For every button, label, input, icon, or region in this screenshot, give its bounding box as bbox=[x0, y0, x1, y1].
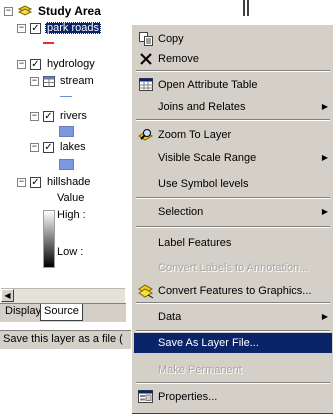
submenu-arrow-icon: ▶ bbox=[321, 312, 328, 321]
collapse-toggle[interactable]: − bbox=[30, 142, 39, 152]
menu-item-selection[interactable]: Selection ▶ bbox=[134, 202, 332, 221]
menu-item-data[interactable]: Data ▶ bbox=[134, 307, 332, 326]
layer-label-hillshade: hillshade bbox=[47, 176, 91, 188]
layer-visibility-checkbox[interactable]: ✓ bbox=[30, 58, 41, 70]
stream-symbol bbox=[60, 96, 72, 97]
collapse-toggle[interactable]: − bbox=[30, 111, 39, 121]
hillshade-ramp bbox=[43, 210, 55, 268]
submenu-arrow-icon: ▶ bbox=[321, 207, 328, 216]
horizontal-scrollbar[interactable]: ◀ bbox=[1, 288, 125, 303]
layer-label-park-roads[interactable]: park roads bbox=[45, 22, 101, 34]
menu-item-label: Convert Features to Graphics... bbox=[158, 284, 312, 297]
tab-display[interactable]: Display bbox=[2, 304, 44, 320]
menu-separator bbox=[136, 226, 330, 228]
menu-item-label: Zoom To Layer bbox=[158, 128, 232, 141]
panel-splitter[interactable] bbox=[243, 0, 249, 16]
menu-item-properties[interactable]: Properties... bbox=[134, 387, 332, 406]
layer-row-rivers[interactable]: − ✓ rivers bbox=[30, 108, 89, 124]
menu-separator bbox=[136, 382, 330, 384]
tab-source[interactable]: Source bbox=[40, 304, 83, 321]
layer-label-study-area: Study Area bbox=[38, 4, 101, 18]
layer-visibility-checkbox[interactable]: ✓ bbox=[30, 176, 41, 188]
menu-item-label: Open Attribute Table bbox=[158, 78, 258, 91]
menu-item-label: Convert Labels to Annotation... bbox=[158, 261, 309, 274]
layer-row-park-roads[interactable]: − ✓ park roads bbox=[17, 20, 101, 36]
legend-high-label: High : bbox=[57, 209, 86, 221]
menu-separator bbox=[136, 70, 330, 72]
menu-item-label: Save As Layer File... bbox=[158, 337, 259, 349]
menu-item-convert-features-to-graphics[interactable]: Convert Features to Graphics... bbox=[134, 281, 332, 300]
menu-item-copy[interactable]: Copy bbox=[134, 29, 332, 48]
menu-separator bbox=[136, 197, 330, 199]
rivers-symbol bbox=[59, 126, 74, 137]
layer-context-menu: Copy Remove Open Attribute Table Joins a… bbox=[131, 24, 333, 414]
menu-item-convert-labels-to-annotation: Convert Labels to Annotation... bbox=[134, 258, 332, 277]
menu-item-joins-and-relates[interactable]: Joins and Relates ▶ bbox=[134, 97, 332, 116]
layer-visibility-checkbox[interactable]: ✓ bbox=[30, 22, 41, 34]
table-of-contents: − Study Area − ✓ park roads − ✓ hydrolog… bbox=[0, 0, 126, 300]
menu-item-label: Selection bbox=[158, 205, 204, 218]
scroll-left-icon[interactable]: ◀ bbox=[1, 289, 14, 302]
copy-icon bbox=[136, 31, 156, 47]
menu-separator bbox=[136, 119, 330, 121]
table-icon bbox=[136, 77, 156, 93]
convert-graphics-icon bbox=[136, 283, 156, 299]
legend-value-label: Value bbox=[57, 192, 85, 204]
menu-item-save-as-layer-file[interactable]: Save As Layer File... bbox=[134, 333, 332, 353]
toc-tab-strip: Display Source bbox=[0, 303, 126, 322]
menu-item-label: Joins and Relates bbox=[158, 100, 246, 113]
layer-row-study-area[interactable]: − Study Area bbox=[4, 3, 103, 19]
menu-item-zoom-to-layer[interactable]: Zoom To Layer bbox=[134, 125, 332, 144]
layer-row-lakes[interactable]: − ✓ lakes bbox=[30, 139, 88, 155]
zoom-layer-icon bbox=[136, 127, 156, 143]
lakes-symbol bbox=[59, 159, 74, 170]
layer-row-hillshade[interactable]: − ✓ hillshade bbox=[17, 174, 92, 190]
park-roads-symbol bbox=[43, 42, 54, 44]
menu-item-label: Remove bbox=[158, 52, 199, 65]
menu-item-label: Data bbox=[158, 310, 182, 323]
layer-row-hydrology[interactable]: − ✓ hydrology bbox=[17, 56, 97, 72]
layer-label-rivers: rivers bbox=[60, 110, 87, 122]
menu-item-label: Make Permanent bbox=[158, 363, 242, 376]
legend-low-label: Low : bbox=[57, 246, 84, 258]
menu-item-use-symbol-levels[interactable]: Use Symbol levels bbox=[134, 174, 332, 193]
menu-item-make-permanent: Make Permanent bbox=[134, 360, 332, 379]
menu-item-remove[interactable]: Remove bbox=[134, 49, 332, 68]
layer-label-hydrology: hydrology bbox=[47, 58, 95, 70]
collapse-toggle[interactable]: − bbox=[17, 23, 26, 33]
layer-row-streams[interactable]: − stream bbox=[30, 73, 96, 89]
menu-separator bbox=[136, 302, 330, 304]
collapse-toggle[interactable]: − bbox=[17, 177, 26, 187]
layer-label-streams: stream bbox=[60, 75, 94, 87]
collapse-toggle[interactable]: − bbox=[4, 6, 13, 16]
layer-visibility-checkbox[interactable]: ✓ bbox=[43, 141, 54, 153]
menu-item-open-attribute-table[interactable]: Open Attribute Table bbox=[134, 75, 332, 94]
menu-item-visible-scale-range[interactable]: Visible Scale Range ▶ bbox=[134, 148, 332, 167]
remove-icon bbox=[136, 51, 156, 67]
menu-item-label: Visible Scale Range bbox=[158, 151, 257, 164]
menu-item-label: Label Features bbox=[158, 236, 232, 249]
menu-item-label: Properties... bbox=[158, 390, 218, 403]
collapse-toggle[interactable]: − bbox=[30, 76, 39, 86]
properties-icon bbox=[136, 389, 156, 405]
menu-item-label: Use Symbol levels bbox=[158, 177, 249, 190]
status-bar: Save this layer as a file ( bbox=[0, 330, 133, 349]
collapse-toggle[interactable]: − bbox=[17, 59, 26, 69]
menu-item-label: Copy bbox=[158, 32, 184, 45]
submenu-arrow-icon: ▶ bbox=[321, 153, 328, 162]
layer-visibility-checkbox[interactable]: ✓ bbox=[43, 110, 54, 122]
layer-label-lakes: lakes bbox=[60, 141, 86, 153]
submenu-arrow-icon: ▶ bbox=[321, 102, 328, 111]
menu-item-label-features[interactable]: Label Features bbox=[134, 233, 332, 252]
layer-group-icon bbox=[17, 5, 33, 17]
table-icon bbox=[43, 75, 55, 87]
menu-separator bbox=[136, 330, 330, 332]
